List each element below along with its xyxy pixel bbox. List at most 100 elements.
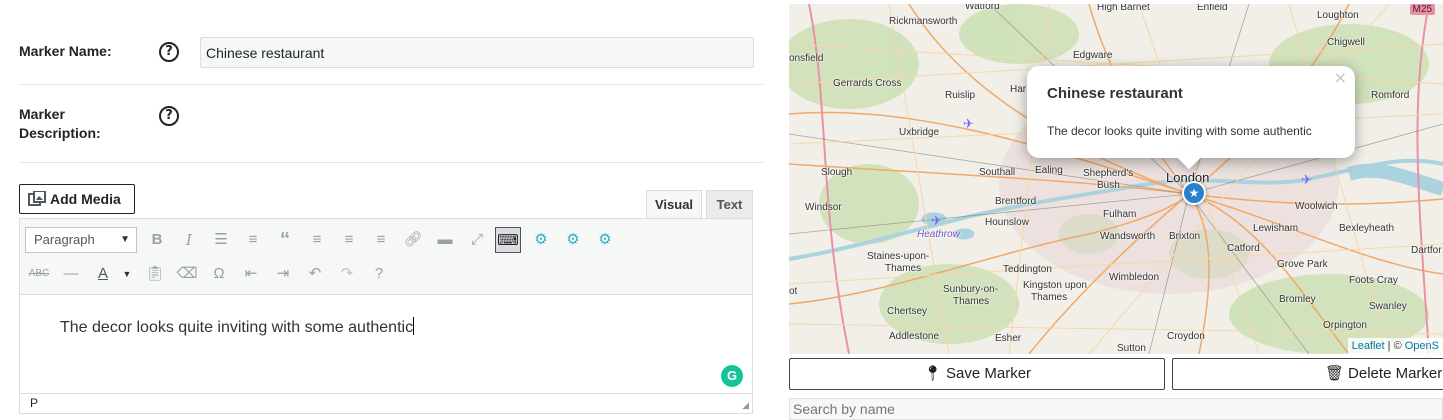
- place-label: ot: [789, 286, 798, 297]
- popup-description: The decor looks quite inviting with some…: [1047, 124, 1312, 138]
- place-label: Ealing: [1035, 165, 1063, 176]
- place-label: Bromley: [1279, 294, 1316, 305]
- osm-link[interactable]: OpenS: [1405, 340, 1439, 352]
- map-tiles: [789, 4, 1443, 354]
- plugin-icon-1[interactable]: ⚙: [528, 227, 554, 253]
- place-label: Thames: [953, 296, 990, 307]
- place-label: Kingston upon: [1023, 280, 1087, 291]
- save-marker-button[interactable]: 📍︎ Save Marker: [789, 358, 1165, 390]
- place-label: Sutton: [1117, 343, 1146, 354]
- place-label: Sunbury-on-: [943, 284, 999, 295]
- marker-popup: × Chinese restaurant The decor looks qui…: [1027, 66, 1355, 170]
- resize-handle-icon[interactable]: ◢: [742, 400, 749, 411]
- place-label: Romford: [1371, 90, 1410, 101]
- chevron-down-icon[interactable]: ▼: [114, 261, 140, 287]
- plugin-icon-2[interactable]: ⚙: [560, 227, 586, 253]
- italic-icon[interactable]: I: [176, 227, 202, 253]
- divider: [19, 162, 763, 163]
- place-label: Edgware: [1073, 50, 1113, 61]
- place-label: Thames: [885, 263, 922, 274]
- toolbar-toggle-icon[interactable]: ⌨: [495, 227, 521, 253]
- place-label: Southall: [979, 167, 1016, 178]
- place-label: Esher: [995, 333, 1022, 344]
- tab-text[interactable]: Text: [706, 190, 753, 219]
- align-left-icon[interactable]: ≡: [304, 227, 330, 253]
- place-label: Loughton: [1317, 10, 1359, 21]
- marker-description-label-line2: Description:: [19, 125, 101, 141]
- place-label: Grove Park: [1277, 259, 1328, 270]
- bold-icon[interactable]: B: [144, 227, 170, 253]
- airport-icon: ✈: [931, 213, 942, 228]
- outdent-icon[interactable]: ⇤: [238, 261, 264, 287]
- marker-description-help-icon[interactable]: ?: [159, 106, 179, 126]
- place-label: Rickmansworth: [889, 16, 958, 27]
- place-label: Orpington: [1323, 320, 1367, 331]
- place-label: Wimbledon: [1109, 272, 1160, 283]
- indent-icon[interactable]: ⇥: [270, 261, 296, 287]
- redo-icon[interactable]: ↷: [334, 261, 360, 287]
- grammarly-icon[interactable]: G: [721, 365, 743, 387]
- close-icon[interactable]: ×: [1334, 68, 1347, 87]
- place-label: onsfield: [789, 53, 824, 64]
- place-label: Windsor: [805, 202, 842, 213]
- place-label: Bexleyheath: [1339, 223, 1395, 234]
- place-label: Dartfor: [1411, 245, 1442, 256]
- marker-name-help-icon[interactable]: ?: [159, 42, 179, 62]
- place-label: Woolwich: [1295, 201, 1338, 212]
- place-label: Uxbridge: [899, 127, 940, 138]
- align-center-icon[interactable]: ≡: [336, 227, 362, 253]
- place-label: Ruislip: [945, 90, 976, 101]
- editor-content[interactable]: The decor looks quite inviting with some…: [60, 317, 415, 337]
- link-icon[interactable]: 🔗︎: [400, 227, 426, 253]
- place-label: Swanley: [1369, 301, 1407, 312]
- place-label: Har: [1010, 84, 1027, 95]
- tab-visual[interactable]: Visual: [646, 190, 702, 219]
- read-more-icon[interactable]: ▬: [432, 227, 458, 253]
- editor-toolbar: Paragraph ▼ B I ☰ ≡ “ ≡ ≡ ≡ 🔗︎ ▬ ⤢ ⌨ ⚙ ⚙…: [20, 219, 752, 295]
- map-pin-icon: 📍︎: [922, 365, 942, 382]
- align-right-icon[interactable]: ≡: [368, 227, 394, 253]
- help-icon[interactable]: ?: [366, 261, 392, 287]
- place-label: Addlestone: [889, 331, 940, 342]
- fullscreen-icon[interactable]: ⤢: [464, 227, 490, 253]
- horizontal-line-icon[interactable]: —: [58, 261, 84, 287]
- text-color-icon[interactable]: A: [90, 261, 116, 287]
- map-marker-icon[interactable]: ★: [1182, 181, 1206, 205]
- place-label: Croydon: [1167, 331, 1205, 342]
- place-label: Chertsey: [887, 306, 928, 317]
- clear-formatting-icon[interactable]: ⌫: [174, 261, 200, 287]
- blockquote-icon[interactable]: “: [272, 227, 298, 253]
- add-media-label: Add Media: [50, 191, 121, 207]
- place-label: Thames: [1031, 292, 1068, 303]
- undo-icon[interactable]: ↶: [302, 261, 328, 287]
- place-label: Foots Cray: [1349, 275, 1398, 286]
- marker-name-input[interactable]: [200, 37, 754, 68]
- rich-text-editor: Paragraph ▼ B I ☰ ≡ “ ≡ ≡ ≡ 🔗︎ ▬ ⤢ ⌨ ⚙ ⚙…: [19, 218, 753, 414]
- place-label: Watford: [965, 4, 1000, 12]
- trash-icon: 🗑︎: [1325, 365, 1345, 382]
- place-label: Slough: [821, 167, 853, 178]
- special-character-icon[interactable]: Ω: [206, 261, 232, 287]
- place-label: Wandsworth: [1100, 231, 1156, 242]
- delete-marker-button[interactable]: 🗑︎ Delete Marker: [1172, 358, 1443, 390]
- marker-form: Marker Name: ? Marker Description: ? Add…: [0, 0, 775, 417]
- add-media-button[interactable]: Add Media: [19, 184, 135, 214]
- marker-description-label-line1: Marker: [19, 106, 65, 122]
- format-select[interactable]: Paragraph ▼: [25, 227, 137, 253]
- place-label: Hounslow: [985, 217, 1029, 228]
- place-label: Enfield: [1197, 4, 1228, 13]
- strikethrough-icon[interactable]: ABC: [26, 261, 52, 287]
- paste-text-icon[interactable]: 📋︎: [142, 261, 168, 287]
- road-badge: M25: [1409, 4, 1435, 15]
- leaflet-link[interactable]: Leaflet: [1352, 340, 1385, 352]
- map-view[interactable]: M25 Watford High Barnet Enfield Loughton…: [789, 4, 1443, 354]
- save-marker-label: Save Marker: [946, 365, 1032, 382]
- element-path[interactable]: P: [30, 396, 38, 410]
- bullet-list-icon[interactable]: ☰: [208, 227, 234, 253]
- format-select-value: Paragraph: [34, 232, 95, 247]
- plugin-icon-3[interactable]: ⚙: [592, 227, 618, 253]
- numbered-list-icon[interactable]: ≡: [240, 227, 266, 253]
- place-label: Brixton: [1169, 231, 1201, 242]
- marker-name-label: Marker Name:: [19, 43, 112, 59]
- delete-marker-label: Delete Marker: [1348, 365, 1443, 382]
